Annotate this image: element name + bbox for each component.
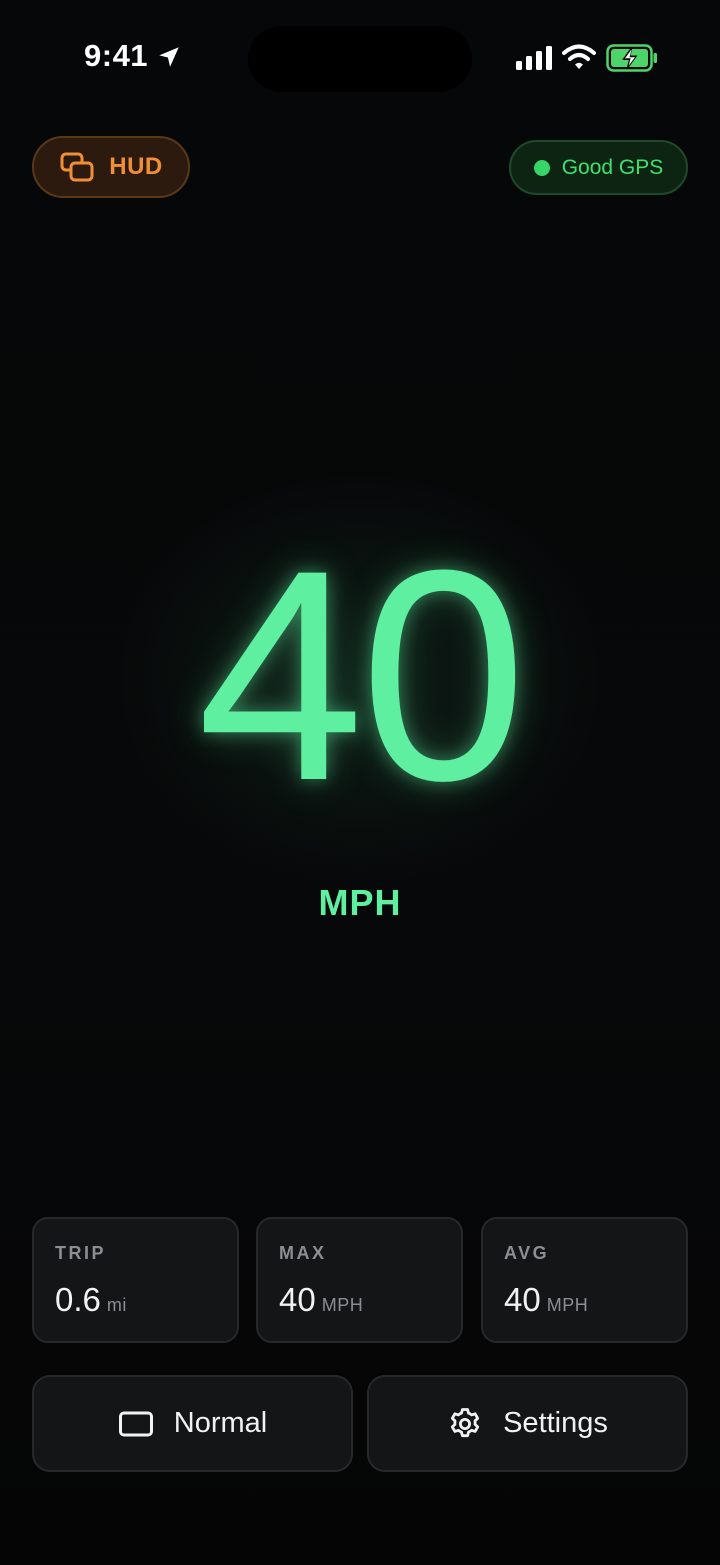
- cellular-signal-icon: [516, 46, 552, 70]
- avg-stat-value: 40: [504, 1281, 541, 1318]
- trip-stat-value: 0.6: [55, 1281, 101, 1318]
- location-arrow-icon: [159, 47, 179, 67]
- dynamic-island: [248, 26, 472, 92]
- status-time: 9:41: [84, 38, 149, 73]
- display-mode-label: Normal: [173, 1407, 268, 1439]
- max-stat-value: 40: [279, 1281, 316, 1318]
- rectangle-icon: [118, 1411, 153, 1436]
- trip-stat-label: TRIP: [55, 1243, 107, 1263]
- status-bar: 9:41: [0, 0, 720, 118]
- max-stat-unit: MPH: [321, 1295, 364, 1315]
- avg-stat-label: AVG: [504, 1243, 550, 1263]
- trip-stat-card: TRIP 0.6 mi: [32, 1217, 239, 1343]
- gear-icon: [450, 1407, 480, 1437]
- max-stat-card: MAX 40 MPH: [256, 1217, 463, 1343]
- trip-stat-value-row: 0.6 mi: [55, 1281, 127, 1319]
- max-stat-value-row: 40 MPH: [279, 1281, 363, 1319]
- max-stat-label: MAX: [279, 1243, 327, 1263]
- gps-status-dot-icon: [533, 159, 550, 176]
- settings-label: Settings: [503, 1407, 608, 1439]
- trip-stat-unit: mi: [106, 1295, 127, 1315]
- avg-stat-card: AVG 40 MPH: [481, 1217, 688, 1343]
- avg-stat-unit: MPH: [546, 1295, 589, 1315]
- battery-charging-icon: [606, 44, 657, 72]
- avg-stat-value-row: 40 MPH: [504, 1281, 588, 1319]
- hud-button-label: HUD: [109, 153, 163, 180]
- speed-value: 40: [197, 507, 527, 843]
- gps-status-badge: Good GPS: [509, 140, 688, 195]
- settings-button[interactable]: Settings: [367, 1375, 688, 1472]
- speed-unit: MPH: [318, 882, 402, 923]
- hud-mode-button[interactable]: HUD: [32, 136, 190, 198]
- hud-layers-icon: [60, 152, 94, 182]
- display-mode-button[interactable]: Normal: [32, 1375, 353, 1472]
- wifi-icon: [562, 44, 596, 69]
- gps-status-label: Good GPS: [561, 155, 664, 179]
